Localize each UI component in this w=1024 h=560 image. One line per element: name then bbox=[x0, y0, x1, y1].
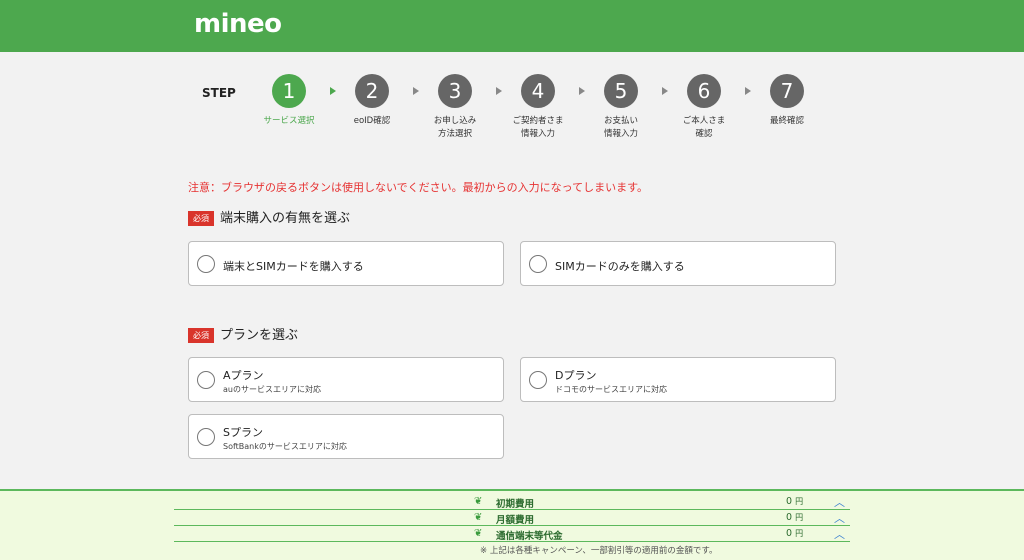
step-6: 6 ご本人さま 確認 bbox=[659, 74, 749, 141]
mineo-logo[interactable]: mineo bbox=[194, 9, 282, 39]
required-badge: 必須 bbox=[188, 328, 214, 343]
cost-value: 0 円 bbox=[786, 496, 804, 507]
cost-row-initial[interactable]: ❦ 初期費用 0 円 ︿ bbox=[174, 494, 850, 510]
leaf-icon: ❦ bbox=[474, 528, 483, 539]
step-1-label: サービス選択 bbox=[263, 116, 315, 126]
option-sim-only[interactable]: SIMカードのみを購入する bbox=[520, 241, 836, 286]
required-badge: 必須 bbox=[188, 211, 214, 226]
step-label: STEP bbox=[202, 86, 236, 100]
cost-value: 0 円 bbox=[786, 512, 804, 523]
radio-button[interactable] bbox=[197, 370, 215, 389]
chevron-up-icon[interactable]: ︿ bbox=[834, 510, 845, 526]
step-5-number: 5 bbox=[604, 74, 638, 108]
radio-button[interactable] bbox=[529, 370, 547, 389]
cost-label: 月額費用 bbox=[496, 515, 535, 526]
option-label: 端末とSIMカードを購入する bbox=[223, 260, 364, 273]
step-2-label: eoID確認 bbox=[353, 116, 391, 126]
radio-button[interactable] bbox=[529, 254, 547, 273]
option-label: SIMカードのみを購入する bbox=[555, 260, 685, 273]
step-2: 2 eoID確認 bbox=[327, 74, 417, 128]
device-section-title: 必須 端末購入の有無を選ぶ bbox=[188, 207, 350, 226]
option-d-plan[interactable]: Dプラン ドコモのサービスエリアに対応 bbox=[520, 357, 836, 402]
cost-row-device[interactable]: ❦ 通信端末等代金 0 円 ︿ bbox=[174, 526, 850, 542]
chevron-up-icon[interactable]: ︿ bbox=[834, 526, 845, 542]
option-description: auのサービスエリアに対応 bbox=[223, 385, 321, 394]
step-4-number: 4 bbox=[521, 74, 555, 108]
step-7-label: 最終確認 bbox=[769, 116, 804, 126]
option-s-plan[interactable]: Sプラン SoftBankのサービスエリアに対応 bbox=[188, 414, 504, 459]
radio-button[interactable] bbox=[197, 427, 215, 446]
step-5-label: お支払い 情報入力 bbox=[603, 116, 638, 139]
cost-row-monthly[interactable]: ❦ 月額費用 0 円 ︿ bbox=[174, 510, 850, 526]
plan-section-title: 必須 プランを選ぶ bbox=[188, 324, 298, 343]
option-a-plan[interactable]: Aプラン auのサービスエリアに対応 bbox=[188, 357, 504, 402]
step-2-number: 2 bbox=[355, 74, 389, 108]
step-7-number: 7 bbox=[770, 74, 804, 108]
step-3-number: 3 bbox=[438, 74, 472, 108]
device-section-label: 端末購入の有無を選ぶ bbox=[220, 211, 351, 226]
step-7: 7 最終確認 bbox=[742, 74, 832, 128]
step-3: 3 お申し込み 方法選択 bbox=[410, 74, 500, 141]
step-6-label: ご本人さま 確認 bbox=[682, 116, 726, 139]
option-label: Aプラン bbox=[223, 369, 264, 382]
cost-value: 0 円 bbox=[786, 528, 804, 539]
header-bar: mineo bbox=[0, 0, 1024, 52]
leaf-icon: ❦ bbox=[474, 512, 483, 523]
step-4: 4 ご契約者さま 情報入力 bbox=[493, 74, 583, 141]
cost-note: ※ 上記は各種キャンペーン、一部割引等の適用前の金額です。 bbox=[480, 546, 718, 556]
plan-section-label: プランを選ぶ bbox=[220, 328, 299, 343]
step-6-number: 6 bbox=[687, 74, 721, 108]
leaf-icon: ❦ bbox=[474, 496, 483, 507]
step-1-number: 1 bbox=[272, 74, 306, 108]
option-device-and-sim[interactable]: 端末とSIMカードを購入する bbox=[188, 241, 504, 286]
step-3-label: お申し込み 方法選択 bbox=[433, 116, 477, 139]
browser-back-warning: 注意：ブラウザの戻るボタンは使用しないでください。最初からの入力になってしまいま… bbox=[188, 181, 649, 194]
option-description: SoftBankのサービスエリアに対応 bbox=[223, 442, 347, 451]
option-label: Sプラン bbox=[223, 426, 263, 439]
step-5: 5 お支払い 情報入力 bbox=[576, 74, 666, 141]
option-description: ドコモのサービスエリアに対応 bbox=[555, 385, 667, 394]
option-label: Dプラン bbox=[555, 369, 597, 382]
radio-button[interactable] bbox=[197, 254, 215, 273]
step-1: 1 サービス選択 bbox=[244, 74, 334, 128]
cost-label: 通信端末等代金 bbox=[496, 531, 563, 542]
chevron-up-icon[interactable]: ︿ bbox=[834, 494, 845, 510]
cost-label: 初期費用 bbox=[496, 499, 535, 510]
step-4-label: ご契約者さま 情報入力 bbox=[512, 116, 564, 139]
